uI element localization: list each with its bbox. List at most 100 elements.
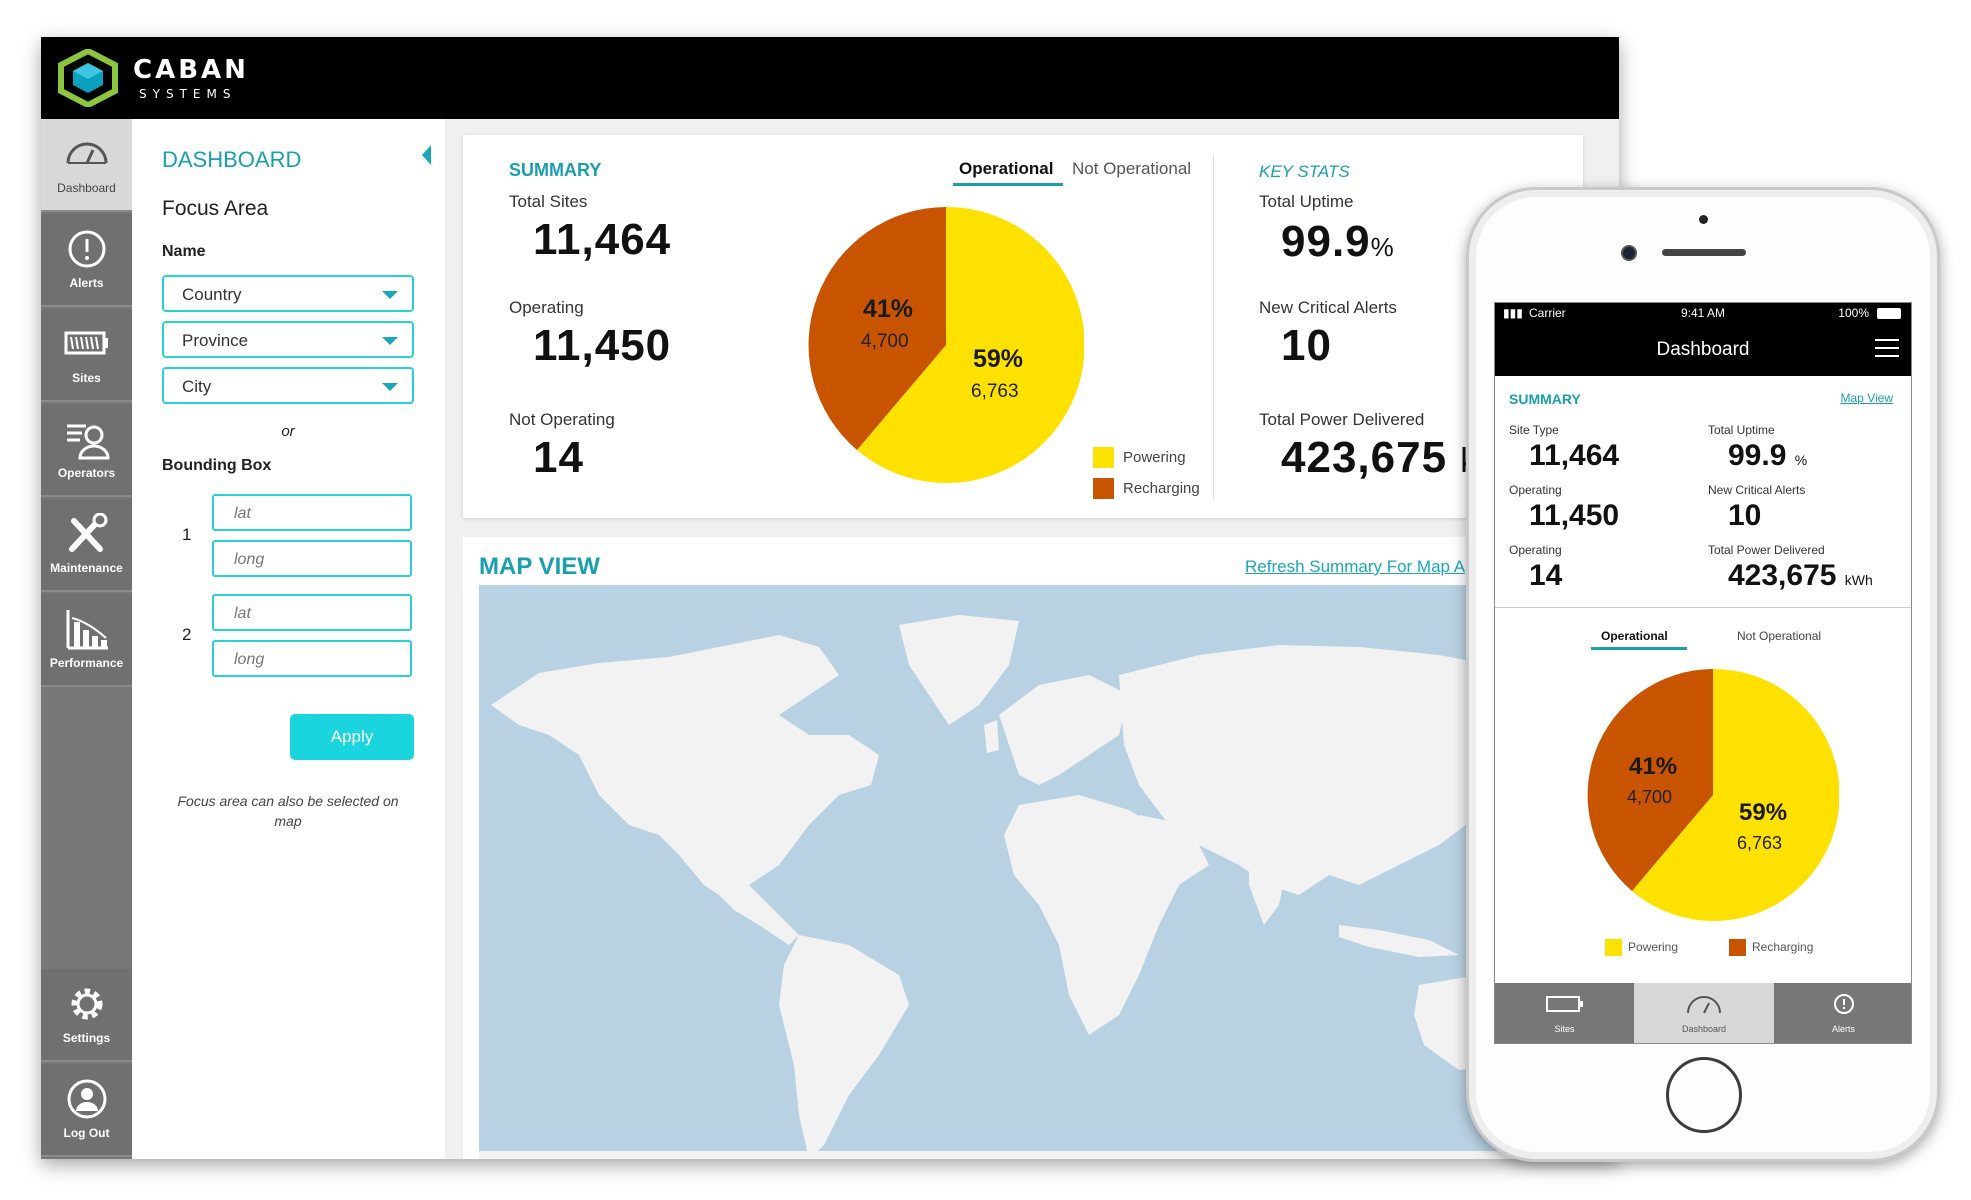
- battery-icon: [64, 331, 108, 355]
- operators-icon: [66, 424, 110, 460]
- bounding-box-label: Bounding Box: [162, 457, 272, 474]
- nav-operators[interactable]: Operators: [41, 404, 132, 497]
- nav-alerts[interactable]: Alerts: [41, 214, 132, 307]
- not-operating-value: 14: [1529, 559, 1563, 592]
- phone-tab-dashboard-label: Dashboard: [1681, 1024, 1727, 1034]
- long-field-1[interactable]: long: [212, 540, 412, 577]
- home-button[interactable]: [1666, 1057, 1742, 1133]
- chart-icon: [66, 610, 108, 650]
- long-field-2[interactable]: long: [212, 640, 412, 677]
- phone-powering-pct: 59%: [1739, 799, 1788, 826]
- mobile-phone: ▮▮▮ Carrier 9:41 AM 100% Dashboard SUMMA…: [1466, 187, 1940, 1162]
- nav-dashboard[interactable]: Dashboard: [41, 119, 132, 212]
- critical-alerts-label: New Critical Alerts: [1708, 483, 1806, 497]
- site-type-label: Site Type: [1509, 423, 1559, 437]
- map-card: MAP VIEW Refresh Summary For Map A: [463, 537, 1583, 1159]
- brand-sub: SYSTEMS: [139, 87, 237, 101]
- nav-settings-label: Settings: [62, 1031, 111, 1045]
- critical-alerts-value: 10: [1728, 499, 1762, 532]
- chevron-down-icon: [382, 337, 398, 345]
- chevron-down-icon: [382, 383, 398, 391]
- battery-percent: 100%: [1838, 306, 1869, 320]
- focus-area-heading: Focus Area: [162, 197, 269, 220]
- status-bar: ▮▮▮ Carrier 9:41 AM 100%: [1495, 303, 1911, 323]
- phone-legend-powering: Powering: [1628, 940, 1679, 954]
- operating-label: Operating: [509, 298, 584, 317]
- desktop-app-window: CABAN SYSTEMS Dashboard Alerts Sites Ope…: [41, 37, 1619, 1159]
- phone-tab-alerts[interactable]: Alerts: [1774, 983, 1911, 1043]
- phone-tab-alerts-label: Alerts: [1831, 1024, 1855, 1034]
- nav-operators-label: Operators: [57, 466, 116, 480]
- battery-icon: [1545, 996, 1583, 1012]
- lat-field-1[interactable]: lat: [212, 494, 412, 531]
- legend-powering: Powering: [1123, 449, 1186, 466]
- tools-icon: [68, 513, 107, 552]
- phone-active-tab-indicator: [1591, 647, 1687, 650]
- uptime-value: 99.9%: [1281, 217, 1395, 266]
- legend-recharging-swatch: [1093, 478, 1114, 499]
- power-delivered-label: Total Power Delivered: [1708, 543, 1825, 557]
- antarctica: [479, 1151, 1583, 1159]
- collapse-panel-icon[interactable]: [422, 145, 431, 165]
- apply-button[interactable]: Apply: [290, 714, 414, 760]
- key-stats-title: KEY STATS: [1259, 162, 1350, 181]
- nav-performance[interactable]: Performance: [41, 594, 132, 687]
- phone-tab-dashboard[interactable]: Dashboard: [1634, 983, 1774, 1043]
- powering-pct: 59%: [973, 345, 1024, 373]
- phone-tab-sites[interactable]: Sites: [1495, 983, 1634, 1043]
- phone-tab-bar: Sites Dashboard Alerts: [1495, 983, 1911, 1043]
- user-icon: [67, 1079, 106, 1119]
- divider: [1213, 155, 1214, 500]
- lat-field-2[interactable]: lat: [212, 594, 412, 631]
- tab-not-operational[interactable]: Not Operational: [1072, 159, 1191, 179]
- phone-tab-not-operational[interactable]: Not Operational: [1737, 629, 1821, 643]
- gauge-icon: [66, 142, 107, 164]
- focus-note: Focus area can also be selected on map: [177, 793, 399, 829]
- critical-alerts-value: 10: [1281, 321, 1332, 370]
- city-select[interactable]: City: [162, 367, 414, 404]
- tab-operational[interactable]: Operational: [959, 159, 1053, 179]
- operating-label-2: Operating: [1509, 543, 1562, 557]
- nav-settings[interactable]: Settings: [41, 969, 132, 1062]
- greenland: [899, 615, 1019, 725]
- refresh-summary-link[interactable]: Refresh Summary For Map A: [1245, 557, 1465, 577]
- nav-dashboard-label: Dashboard: [57, 181, 116, 195]
- or-separator: or: [281, 423, 295, 440]
- legend-powering-swatch: [1093, 447, 1114, 468]
- battery-status-icon: [1877, 308, 1901, 319]
- caban-logo-icon: [58, 49, 118, 107]
- not-operating-label: Not Operating: [509, 410, 615, 429]
- active-tab-indicator: [953, 183, 1063, 186]
- uptime-label: Total Uptime: [1259, 192, 1354, 211]
- brand-name: CABAN: [133, 55, 249, 85]
- legend-recharging: Recharging: [1123, 480, 1200, 497]
- phone-header: Dashboard: [1495, 323, 1911, 376]
- nav-sites[interactable]: Sites: [41, 309, 132, 402]
- long-placeholder: long: [234, 551, 265, 568]
- top-bar: CABAN SYSTEMS: [41, 37, 1619, 119]
- phone-tab-operational[interactable]: Operational: [1601, 629, 1668, 643]
- box-number-2: 2: [182, 625, 192, 644]
- hamburger-menu-icon[interactable]: [1875, 339, 1899, 359]
- camera-dot: [1699, 215, 1708, 224]
- phone-screen: ▮▮▮ Carrier 9:41 AM 100% Dashboard SUMMA…: [1494, 302, 1912, 1044]
- phone-divider: [1495, 607, 1911, 608]
- lat-placeholder: lat: [234, 505, 251, 522]
- map-view-link[interactable]: Map View: [1841, 391, 1893, 405]
- power-delivered-label: Total Power Delivered: [1259, 410, 1425, 429]
- front-camera: [1621, 245, 1637, 261]
- country-select[interactable]: Country: [162, 275, 414, 312]
- operating-label: Operating: [1509, 483, 1562, 497]
- world-map[interactable]: [479, 585, 1583, 1159]
- province-select[interactable]: Province: [162, 321, 414, 358]
- total-sites-label: Total Sites: [509, 192, 588, 211]
- critical-alerts-label: New Critical Alerts: [1259, 298, 1397, 317]
- uptime-value: 99.9 %: [1728, 439, 1808, 472]
- north-america: [491, 635, 879, 895]
- status-pie-chart: [808, 206, 1084, 483]
- gauge-icon: [1687, 996, 1721, 1014]
- nav-maintenance[interactable]: Maintenance: [41, 499, 132, 592]
- nav-logout[interactable]: Log Out: [41, 1064, 132, 1157]
- uptime-label: Total Uptime: [1708, 423, 1775, 437]
- not-operating-value: 14: [533, 433, 584, 482]
